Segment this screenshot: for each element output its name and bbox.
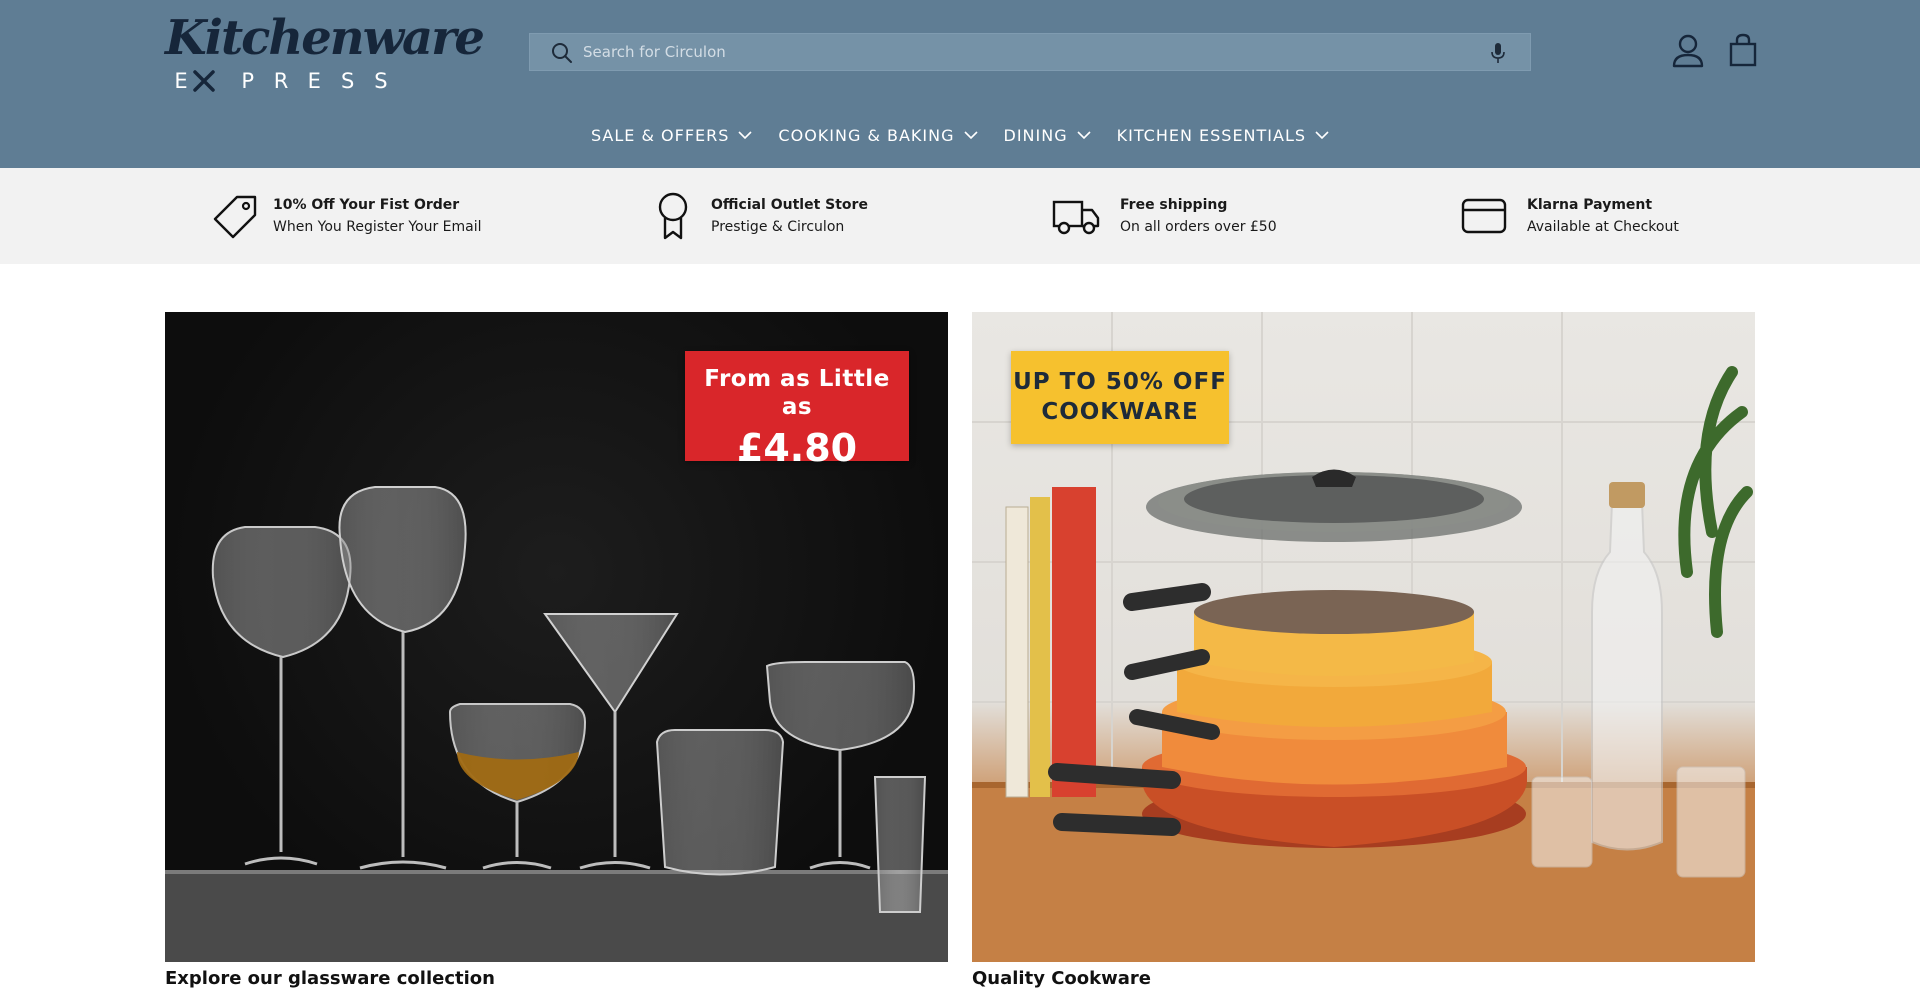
promo-caption-glassware[interactable]: Explore our glassware collection	[165, 968, 495, 989]
promo-tile-glassware[interactable]: From as Little as £4.80	[165, 312, 948, 962]
nav-item-sale-offers[interactable]: SALE & OFFERS	[591, 120, 752, 150]
usp-subtitle: On all orders over £50	[1120, 219, 1277, 235]
site-header: Kitchenware E X P R E S S	[0, 0, 1920, 168]
usp-subtitle: Available at Checkout	[1527, 219, 1679, 235]
promo-badge-line2: COOKWARE	[1041, 399, 1199, 425]
logo-subtitle-letter: E	[174, 69, 188, 93]
logo-subtitle-letter: R	[273, 69, 289, 93]
chevron-down-icon	[963, 130, 978, 139]
nav-item-label: KITCHEN ESSENTIALS	[1116, 125, 1307, 145]
usp-title: Free shipping	[1120, 197, 1228, 213]
logo-subtitle-letter: S	[340, 69, 355, 93]
main-nav: SALE & OFFERS COOKING & BAKING DINING KI…	[0, 120, 1920, 150]
nav-item-label: DINING	[1003, 125, 1068, 145]
logo-wordmark: Kitchenware	[165, 10, 485, 66]
shopping-bag-icon[interactable]	[1729, 33, 1757, 67]
usp-item: Klarna Payment Available at Checkout	[1461, 190, 1679, 242]
chevron-down-icon	[1077, 130, 1091, 139]
usp-subtitle: When You Register Your Email	[273, 219, 482, 235]
logo-subtitle-letter: E	[307, 69, 321, 93]
logo-subtitle-letter: P	[241, 69, 254, 93]
usp-item: Free shipping On all orders over £50	[1052, 190, 1277, 242]
promo-badge-line1: UP TO 50% OFF	[1013, 369, 1227, 395]
promo-badge-price: £4.80	[736, 426, 858, 470]
nav-item-kitchen-essentials[interactable]: KITCHEN ESSENTIALS	[1117, 120, 1329, 150]
logo[interactable]: Kitchenware E X P R E S S	[165, 12, 485, 93]
promo-badge-line1: From as Little as	[704, 366, 890, 420]
delivery-truck-icon	[1052, 200, 1100, 235]
chevron-down-icon	[738, 130, 752, 139]
price-tag-icon	[213, 195, 257, 239]
usp-title: 10% Off Your Fist Order	[273, 197, 460, 213]
nav-item-label: COOKING & BAKING	[778, 125, 955, 145]
usp-title: Official Outlet Store	[711, 197, 868, 213]
usp-item: 10% Off Your Fist Order When You Registe…	[213, 190, 482, 242]
usp-bar: 10% Off Your Fist Order When You Registe…	[0, 168, 1920, 264]
search-input[interactable]	[583, 34, 1463, 70]
crossed-utensils-icon	[193, 70, 215, 92]
nav-item-label: SALE & OFFERS	[590, 125, 730, 145]
nav-item-dining[interactable]: DINING	[1004, 120, 1091, 150]
usp-item: Official Outlet Store Prestige & Circulo…	[655, 190, 868, 242]
chevron-down-icon	[1315, 130, 1329, 139]
user-icon[interactable]	[1672, 34, 1704, 68]
credit-card-icon	[1461, 198, 1507, 234]
search-icon[interactable]	[551, 42, 573, 64]
nav-item-cooking-baking[interactable]: COOKING & BAKING	[778, 120, 978, 150]
usp-title: Klarna Payment	[1527, 197, 1653, 213]
usp-subtitle: Prestige & Circulon	[711, 219, 845, 235]
promo-tile-cookware[interactable]: UP TO 50% OFF COOKWARE	[972, 312, 1755, 962]
promo-badge: UP TO 50% OFF COOKWARE	[1011, 351, 1229, 444]
microphone-icon[interactable]	[1489, 42, 1507, 64]
award-ribbon-icon	[658, 192, 688, 240]
promo-caption-cookware[interactable]: Quality Cookware	[972, 968, 1151, 989]
promo-badge: From as Little as £4.80	[685, 351, 909, 470]
logo-subtitle-letter: S	[374, 69, 388, 93]
search-bar[interactable]	[529, 33, 1531, 71]
